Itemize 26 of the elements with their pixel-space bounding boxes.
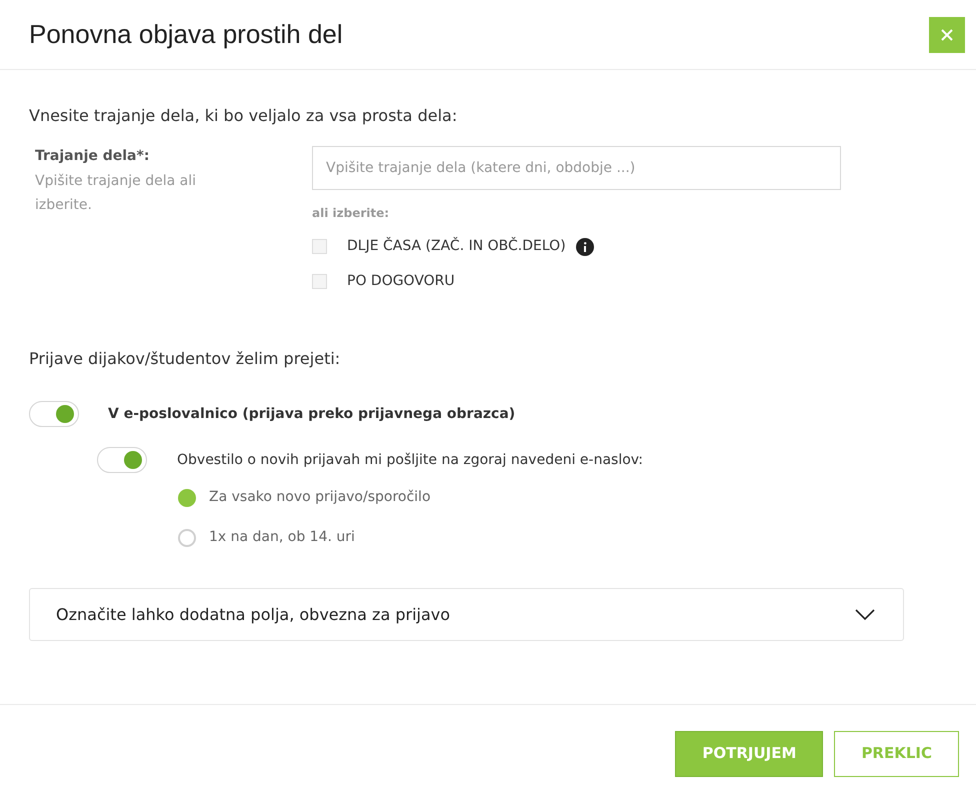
- duration-field[interactable]: Vpišite trajanje dela (katere dni, obdobje ...): [312, 146, 841, 190]
- checkbox-label: DLJE ČASA (ZAČ. IN OBČ.DELO): [347, 236, 566, 256]
- section-intro: Prijave dijakov/študentov želim prejeti:: [29, 348, 342, 370]
- dialog-title: Ponovna objava prostih del: [29, 18, 343, 51]
- toggle-label: V e-poslovalnico (prijava preko prijavnega obrazca): [108, 404, 516, 424]
- radio-button[interactable]: [178, 488, 196, 506]
- close-button[interactable]: [929, 16, 965, 52]
- confirm-button[interactable]: POTRJUJEM: [675, 730, 824, 776]
- radio-label: 1x na dan, ob 14. uri: [209, 528, 355, 547]
- field-label: Trajanje dela*:: [35, 147, 150, 166]
- toggle-switch[interactable]: [97, 447, 147, 473]
- extra-fields-accordion[interactable]: Označite lahko dodatna polja, obvezna za prijavo: [29, 588, 904, 641]
- checkbox[interactable]: [312, 274, 327, 289]
- info-icon: [576, 238, 594, 256]
- checkbox-label: PO DOGOVORU: [347, 272, 455, 291]
- radio-button[interactable]: [178, 528, 196, 546]
- or-label: ali izberite:: [312, 205, 390, 222]
- section-intro: Vnesite trajanje dela, ki bo veljalo za vsa prosta dela:: [29, 105, 458, 127]
- checkbox[interactable]: [312, 239, 327, 254]
- field-hint: Vpišite trajanje dela ali izberite.: [35, 172, 197, 215]
- radio-label: Za vsako novo prijavo/sporočilo: [209, 488, 431, 507]
- cancel-button[interactable]: PREKLIC: [834, 730, 959, 776]
- close-icon: [939, 26, 955, 42]
- toggle-switch[interactable]: [29, 401, 79, 427]
- toggle-label: Obvestilo o novih prijavah mi pošljite na zgoraj navedeni e-naslov:: [177, 450, 644, 470]
- chevron-icon: [855, 608, 875, 620]
